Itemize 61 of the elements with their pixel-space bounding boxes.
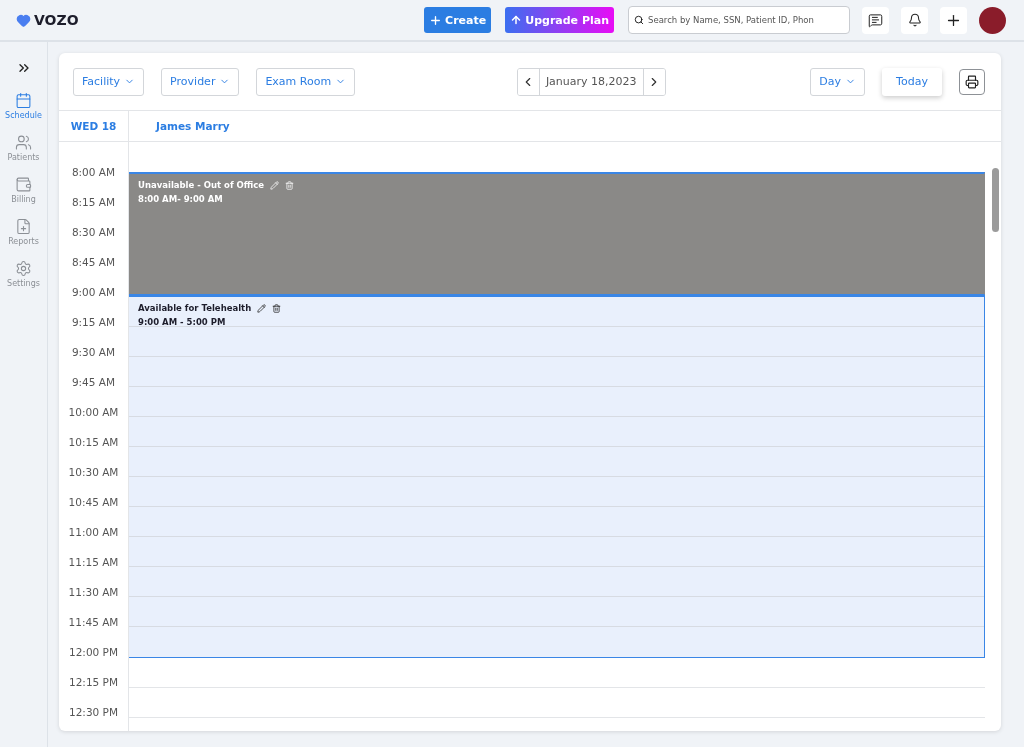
edit-icon[interactable]	[257, 303, 267, 313]
time-label: 8:30 AM	[70, 225, 117, 240]
settings-icon	[15, 260, 32, 277]
bell-icon	[907, 13, 922, 27]
time-label: 12:30 PM	[68, 705, 119, 720]
time-label: 10:45 AM	[67, 495, 120, 510]
notifications-button[interactable]	[901, 6, 928, 34]
arrow-up-icon	[510, 14, 523, 26]
time-label: 10:30 AM	[67, 465, 120, 480]
time-label: 10:15 AM	[67, 435, 120, 450]
event-time: 8:00 AM- 9:00 AM	[138, 194, 224, 204]
time-label: 8:45 AM	[70, 255, 117, 270]
create-button[interactable]: Create	[424, 7, 492, 33]
sidebar-item[interactable]: Patients	[7, 134, 40, 172]
chat-icon	[868, 12, 883, 28]
search-icon	[634, 15, 644, 25]
time-label: 11:15 AM	[67, 555, 120, 570]
print-button[interactable]	[959, 68, 985, 95]
event-title: Available for Telehealth	[138, 303, 252, 313]
messages-button[interactable]	[862, 6, 889, 34]
today-button[interactable]: Today	[882, 67, 942, 96]
time-label: 11:30 AM	[67, 585, 120, 600]
filter-dropdown[interactable]: Exam Room	[256, 67, 356, 96]
sidebar-item[interactable]: Settings	[7, 260, 40, 298]
wallet-icon	[15, 176, 32, 193]
printer-icon	[965, 74, 979, 89]
sidebar-item[interactable]: Billing	[11, 176, 36, 214]
day-header: WED 18	[59, 111, 129, 141]
logo: VOZO	[34, 12, 79, 28]
sidebar-item[interactable]: Reports	[8, 218, 39, 256]
time-label: 11:45 AM	[67, 615, 120, 630]
date-display: January 18,2023	[538, 68, 644, 95]
time-label: 10:00 AM	[67, 405, 120, 420]
time-label: 9:45 AM	[70, 375, 117, 390]
logo-heart-icon	[16, 12, 31, 28]
plus-icon	[429, 13, 443, 27]
filter-dropdown[interactable]: Facility	[73, 67, 145, 96]
time-label: 11:00 AM	[67, 525, 120, 540]
search-field[interactable]: Search by Name, SSN, Patient ID, Phon	[628, 6, 850, 34]
scrollbar-thumb[interactable]	[992, 168, 999, 232]
time-label: 9:00 AM	[70, 285, 117, 300]
event-time: 9:00 AM - 5:00 PM	[138, 317, 227, 327]
view-dropdown[interactable]: Day	[810, 67, 865, 96]
provider-header: James Marry	[154, 119, 230, 134]
upgrade-plan-button[interactable]: Upgrade Plan	[505, 7, 614, 33]
people-icon	[15, 134, 32, 151]
calendar-icon	[15, 92, 32, 109]
availability-block[interactable]: Available for Telehealth 9:00 AM - 5:00 PM	[129, 295, 985, 658]
time-label: 12:00 PM	[68, 645, 119, 660]
time-label: 12:15 PM	[68, 675, 119, 690]
event-title: Unavailable - Out of Office	[138, 180, 265, 190]
time-label: 8:00 AM	[70, 165, 117, 180]
user-avatar[interactable]	[979, 6, 1006, 34]
document-plus-icon	[15, 218, 32, 235]
filter-dropdown[interactable]: Provider	[161, 67, 240, 96]
add-button[interactable]	[940, 6, 967, 34]
time-label: 9:30 AM	[70, 345, 117, 360]
time-label: 9:15 AM	[70, 315, 117, 330]
time-label: 8:15 AM	[70, 195, 117, 210]
sidebar-item[interactable]: Schedule	[5, 92, 42, 130]
trash-icon[interactable]	[272, 303, 282, 313]
